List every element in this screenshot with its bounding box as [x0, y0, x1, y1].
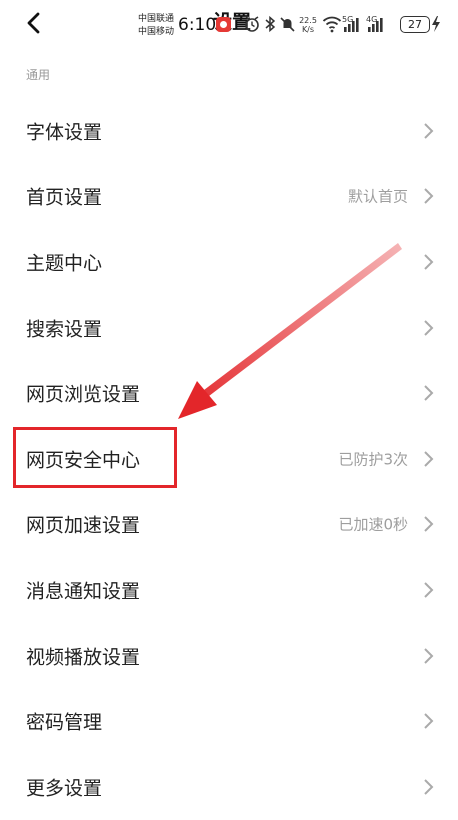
setting-row-more[interactable]: 更多设置: [0, 754, 458, 820]
setting-row-browsing[interactable]: 网页浏览设置: [0, 360, 458, 426]
chevron-right-icon: [424, 385, 434, 401]
setting-row-font[interactable]: 字体设置: [0, 98, 458, 164]
clock: 6:10: [178, 15, 217, 35]
chevron-right-icon: [424, 713, 434, 729]
setting-label: 密码管理: [26, 711, 103, 734]
carrier-2: 中国移动: [138, 27, 175, 37]
alarm-icon: [245, 16, 259, 32]
chevron-right-icon: [424, 779, 434, 795]
setting-value: 已加速0秒: [338, 515, 408, 534]
setting-label: 网页加速设置: [26, 514, 141, 537]
battery-icon: 27: [400, 16, 430, 33]
network-speed-value: 22.5: [299, 16, 317, 25]
wifi-icon: [322, 16, 342, 33]
setting-label: 首页设置: [26, 186, 103, 209]
setting-label: 更多设置: [26, 777, 103, 800]
setting-value: 已防护3次: [338, 450, 408, 469]
chevron-right-icon: [424, 582, 434, 598]
chevron-left-icon: [27, 12, 40, 34]
setting-row-notifications[interactable]: 消息通知设置: [0, 557, 458, 623]
carrier-names: 中国联通 中国移动: [138, 13, 174, 39]
setting-label: 网页浏览设置: [26, 383, 141, 406]
chevron-right-icon: [424, 451, 434, 467]
setting-label: 主题中心: [26, 252, 103, 275]
chevron-right-icon: [424, 254, 434, 270]
setting-label: 字体设置: [26, 121, 103, 144]
signal-icon: [344, 18, 359, 32]
setting-row-password[interactable]: 密码管理: [0, 688, 458, 754]
setting-label: 视频播放设置: [26, 646, 141, 669]
network-speed-unit: K/s: [301, 25, 315, 34]
section-label-general: 通用: [26, 68, 51, 82]
bluetooth-icon: [265, 15, 276, 33]
chevron-right-icon: [424, 319, 434, 336]
chevron-right-icon: [424, 188, 434, 205]
annotation-highlight-box: [13, 427, 177, 488]
carrier-1: 中国联通: [138, 14, 175, 24]
signal-icon: [368, 18, 383, 32]
mute-icon: [280, 17, 295, 32]
setting-row-video-playback[interactable]: 视频播放设置: [0, 623, 458, 689]
setting-row-acceleration[interactable]: 网页加速设置 已加速0秒: [0, 492, 458, 558]
setting-row-theme[interactable]: 主题中心: [0, 229, 458, 295]
status-bar: 中国联通 中国移动 6:10 设置 22.5 K/s 5G 4G 27: [0, 0, 458, 48]
setting-label: 搜索设置: [26, 318, 103, 341]
back-button[interactable]: [18, 8, 52, 38]
record-icon: [216, 17, 231, 32]
charging-icon: [432, 16, 440, 32]
setting-value: 默认首页: [347, 187, 408, 206]
setting-row-search[interactable]: 搜索设置: [0, 295, 458, 361]
network-speed: 22.5 K/s: [298, 16, 318, 38]
setting-label: 消息通知设置: [26, 580, 141, 603]
chevron-right-icon: [424, 123, 434, 139]
setting-row-homepage[interactable]: 首页设置 默认首页: [0, 164, 458, 230]
chevron-right-icon: [424, 647, 434, 664]
chevron-right-icon: [424, 516, 434, 533]
